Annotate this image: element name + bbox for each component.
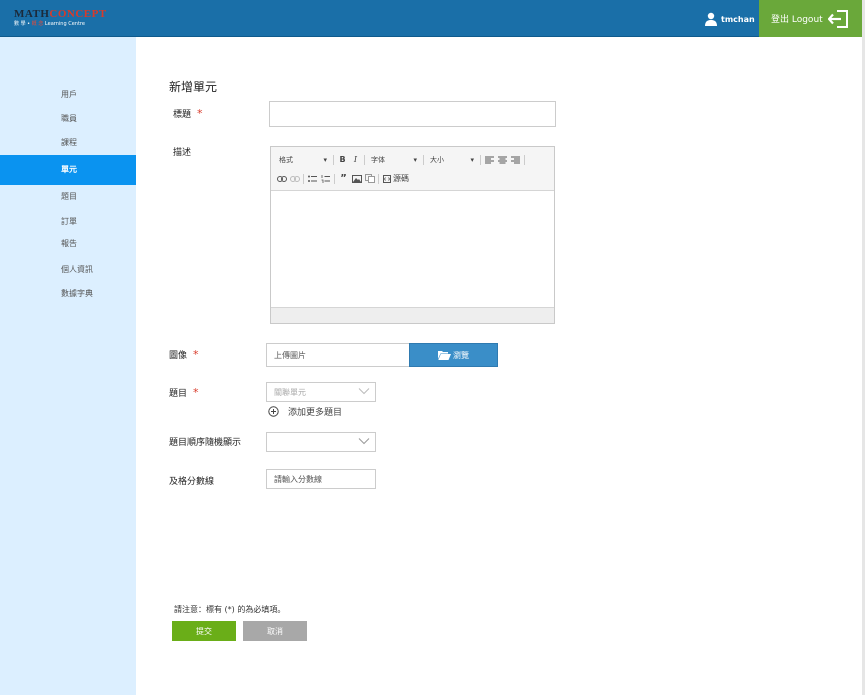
- toolbar-divider: [364, 154, 365, 165]
- required-mark: *: [193, 348, 199, 361]
- editor-content-area[interactable]: [271, 191, 554, 307]
- font-dropdown[interactable]: 字体 ▾: [367, 153, 421, 167]
- sidebar-item-label: 題目: [61, 192, 77, 201]
- passing-score-label: 及格分數線: [169, 477, 215, 487]
- rich-text-editor: 格式 ▾ B I 字体 ▾ 大小 ▾ ” 源碼: [270, 146, 555, 324]
- format-label: 格式: [279, 155, 293, 164]
- toolbar-divider: [333, 154, 334, 165]
- source-button[interactable]: 源碼: [381, 172, 411, 186]
- image-icon[interactable]: [350, 172, 363, 186]
- add-more-questions-link[interactable]: 添加更多題目: [268, 405, 342, 418]
- bulleted-list-icon[interactable]: [306, 172, 319, 186]
- bold-icon[interactable]: B: [336, 153, 349, 167]
- random-order-label: 題目順序隨機顯示: [169, 438, 242, 448]
- cancel-button[interactable]: 取消: [243, 621, 307, 641]
- sidebar-item-orders[interactable]: 訂單: [0, 212, 136, 232]
- sidebar-item-profile[interactable]: 個人資訊: [0, 260, 136, 280]
- logo-sub-chinese-red: 概 念: [31, 21, 44, 27]
- logo-sub-english: Learning Centre: [44, 21, 85, 27]
- size-label: 大小: [430, 155, 444, 164]
- blockquote-icon[interactable]: ”: [337, 172, 350, 186]
- chevron-down-icon: ▾: [413, 155, 417, 164]
- questions-select[interactable]: 關聯單元: [266, 382, 376, 402]
- chevron-down-icon: [358, 438, 370, 445]
- logout-button[interactable]: 登出 Logout: [759, 0, 862, 37]
- sidebar-item-label: 報告: [61, 239, 77, 248]
- logout-icon: [828, 10, 848, 28]
- chevron-down-icon: [358, 388, 370, 395]
- logo-sub-chinese: 數 學: [14, 21, 26, 27]
- logo-text-concept: CONCEPT: [49, 8, 107, 20]
- required-mark: *: [193, 386, 199, 399]
- main-content: [136, 37, 862, 695]
- size-dropdown[interactable]: 大小 ▾: [426, 153, 478, 167]
- editor-status-bar: [271, 307, 554, 323]
- sidebar-item-label: 訂單: [61, 217, 77, 226]
- sidebar-item-label: 用戶: [61, 90, 77, 99]
- required-mark: *: [197, 107, 203, 120]
- unlink-icon[interactable]: [288, 172, 301, 186]
- sidebar-item-label: 個人資訊: [61, 265, 93, 274]
- folder-open-icon: [438, 351, 451, 360]
- chevron-down-icon: ▾: [323, 155, 327, 164]
- table-icon[interactable]: [363, 172, 376, 186]
- numbered-list-icon[interactable]: [319, 172, 332, 186]
- format-dropdown[interactable]: 格式 ▾: [275, 153, 331, 167]
- brand-logo[interactable]: MATHCONCEPT 數 學 • 概 念 Learning Centre: [14, 8, 109, 30]
- sidebar-item-reports[interactable]: 報告: [0, 234, 136, 254]
- sidebar-item-units[interactable]: 單元: [0, 155, 136, 185]
- page-title: 新增單元: [169, 80, 218, 94]
- sidebar-item-courses[interactable]: 課程: [0, 133, 136, 153]
- sidebar-item-label: 數據字典: [61, 289, 93, 298]
- source-label: 源碼: [393, 174, 409, 183]
- align-right-icon[interactable]: [509, 153, 522, 167]
- editor-toolbar: 格式 ▾ B I 字体 ▾ 大小 ▾ ” 源碼: [271, 147, 554, 191]
- plus-circle-icon: [268, 406, 279, 417]
- toolbar-divider: [378, 173, 379, 184]
- sidebar-item-label: 職員: [61, 114, 77, 123]
- toolbar-divider: [524, 154, 525, 165]
- questions-label: 題目 *: [169, 386, 199, 399]
- passing-score-input[interactable]: 請輸入分數線: [266, 469, 376, 489]
- random-order-select[interactable]: [266, 432, 376, 452]
- sidebar-item-users[interactable]: 用戶: [0, 85, 136, 105]
- browse-label: 瀏覽: [453, 350, 469, 360]
- required-fields-note: 請注意：標有 (*) 的為必填項。: [174, 605, 286, 614]
- chevron-down-icon: ▾: [470, 155, 474, 164]
- browse-button[interactable]: 瀏覽: [409, 343, 498, 367]
- user-icon: [705, 12, 717, 26]
- align-center-icon[interactable]: [496, 153, 509, 167]
- link-icon[interactable]: [275, 172, 288, 186]
- source-icon: [383, 174, 391, 183]
- toolbar-divider: [480, 154, 481, 165]
- description-label: 描述: [173, 148, 192, 158]
- sidebar-item-label: 課程: [61, 138, 77, 147]
- sidebar-item-questions[interactable]: 題目: [0, 187, 136, 207]
- toolbar-divider: [334, 173, 335, 184]
- sidebar-item-label: 單元: [61, 165, 77, 174]
- sidebar-item-data-dictionary[interactable]: 數據字典: [0, 284, 136, 304]
- title-label: 標題 *: [173, 107, 203, 120]
- toolbar-divider: [303, 173, 304, 184]
- font-label: 字体: [371, 155, 385, 164]
- username: tmchan: [721, 14, 755, 24]
- align-left-icon[interactable]: [483, 153, 496, 167]
- image-upload-field[interactable]: 上傳圖片: [266, 343, 410, 367]
- toolbar-divider: [423, 154, 424, 165]
- add-more-label: 添加更多題目: [288, 408, 343, 418]
- top-bar: MATHCONCEPT 數 學 • 概 念 Learning Centre tm…: [0, 0, 865, 37]
- logo-text-math: MATH: [14, 8, 50, 20]
- submit-button[interactable]: 提交: [172, 621, 236, 641]
- sidebar-item-staff[interactable]: 職員: [0, 109, 136, 129]
- user-menu[interactable]: tmchan: [704, 11, 755, 27]
- logout-label: 登出 Logout: [771, 15, 823, 25]
- image-label: 圖像 *: [169, 348, 199, 361]
- italic-icon[interactable]: I: [349, 153, 362, 167]
- questions-placeholder: 關聯單元: [274, 387, 306, 397]
- title-input[interactable]: [269, 101, 556, 127]
